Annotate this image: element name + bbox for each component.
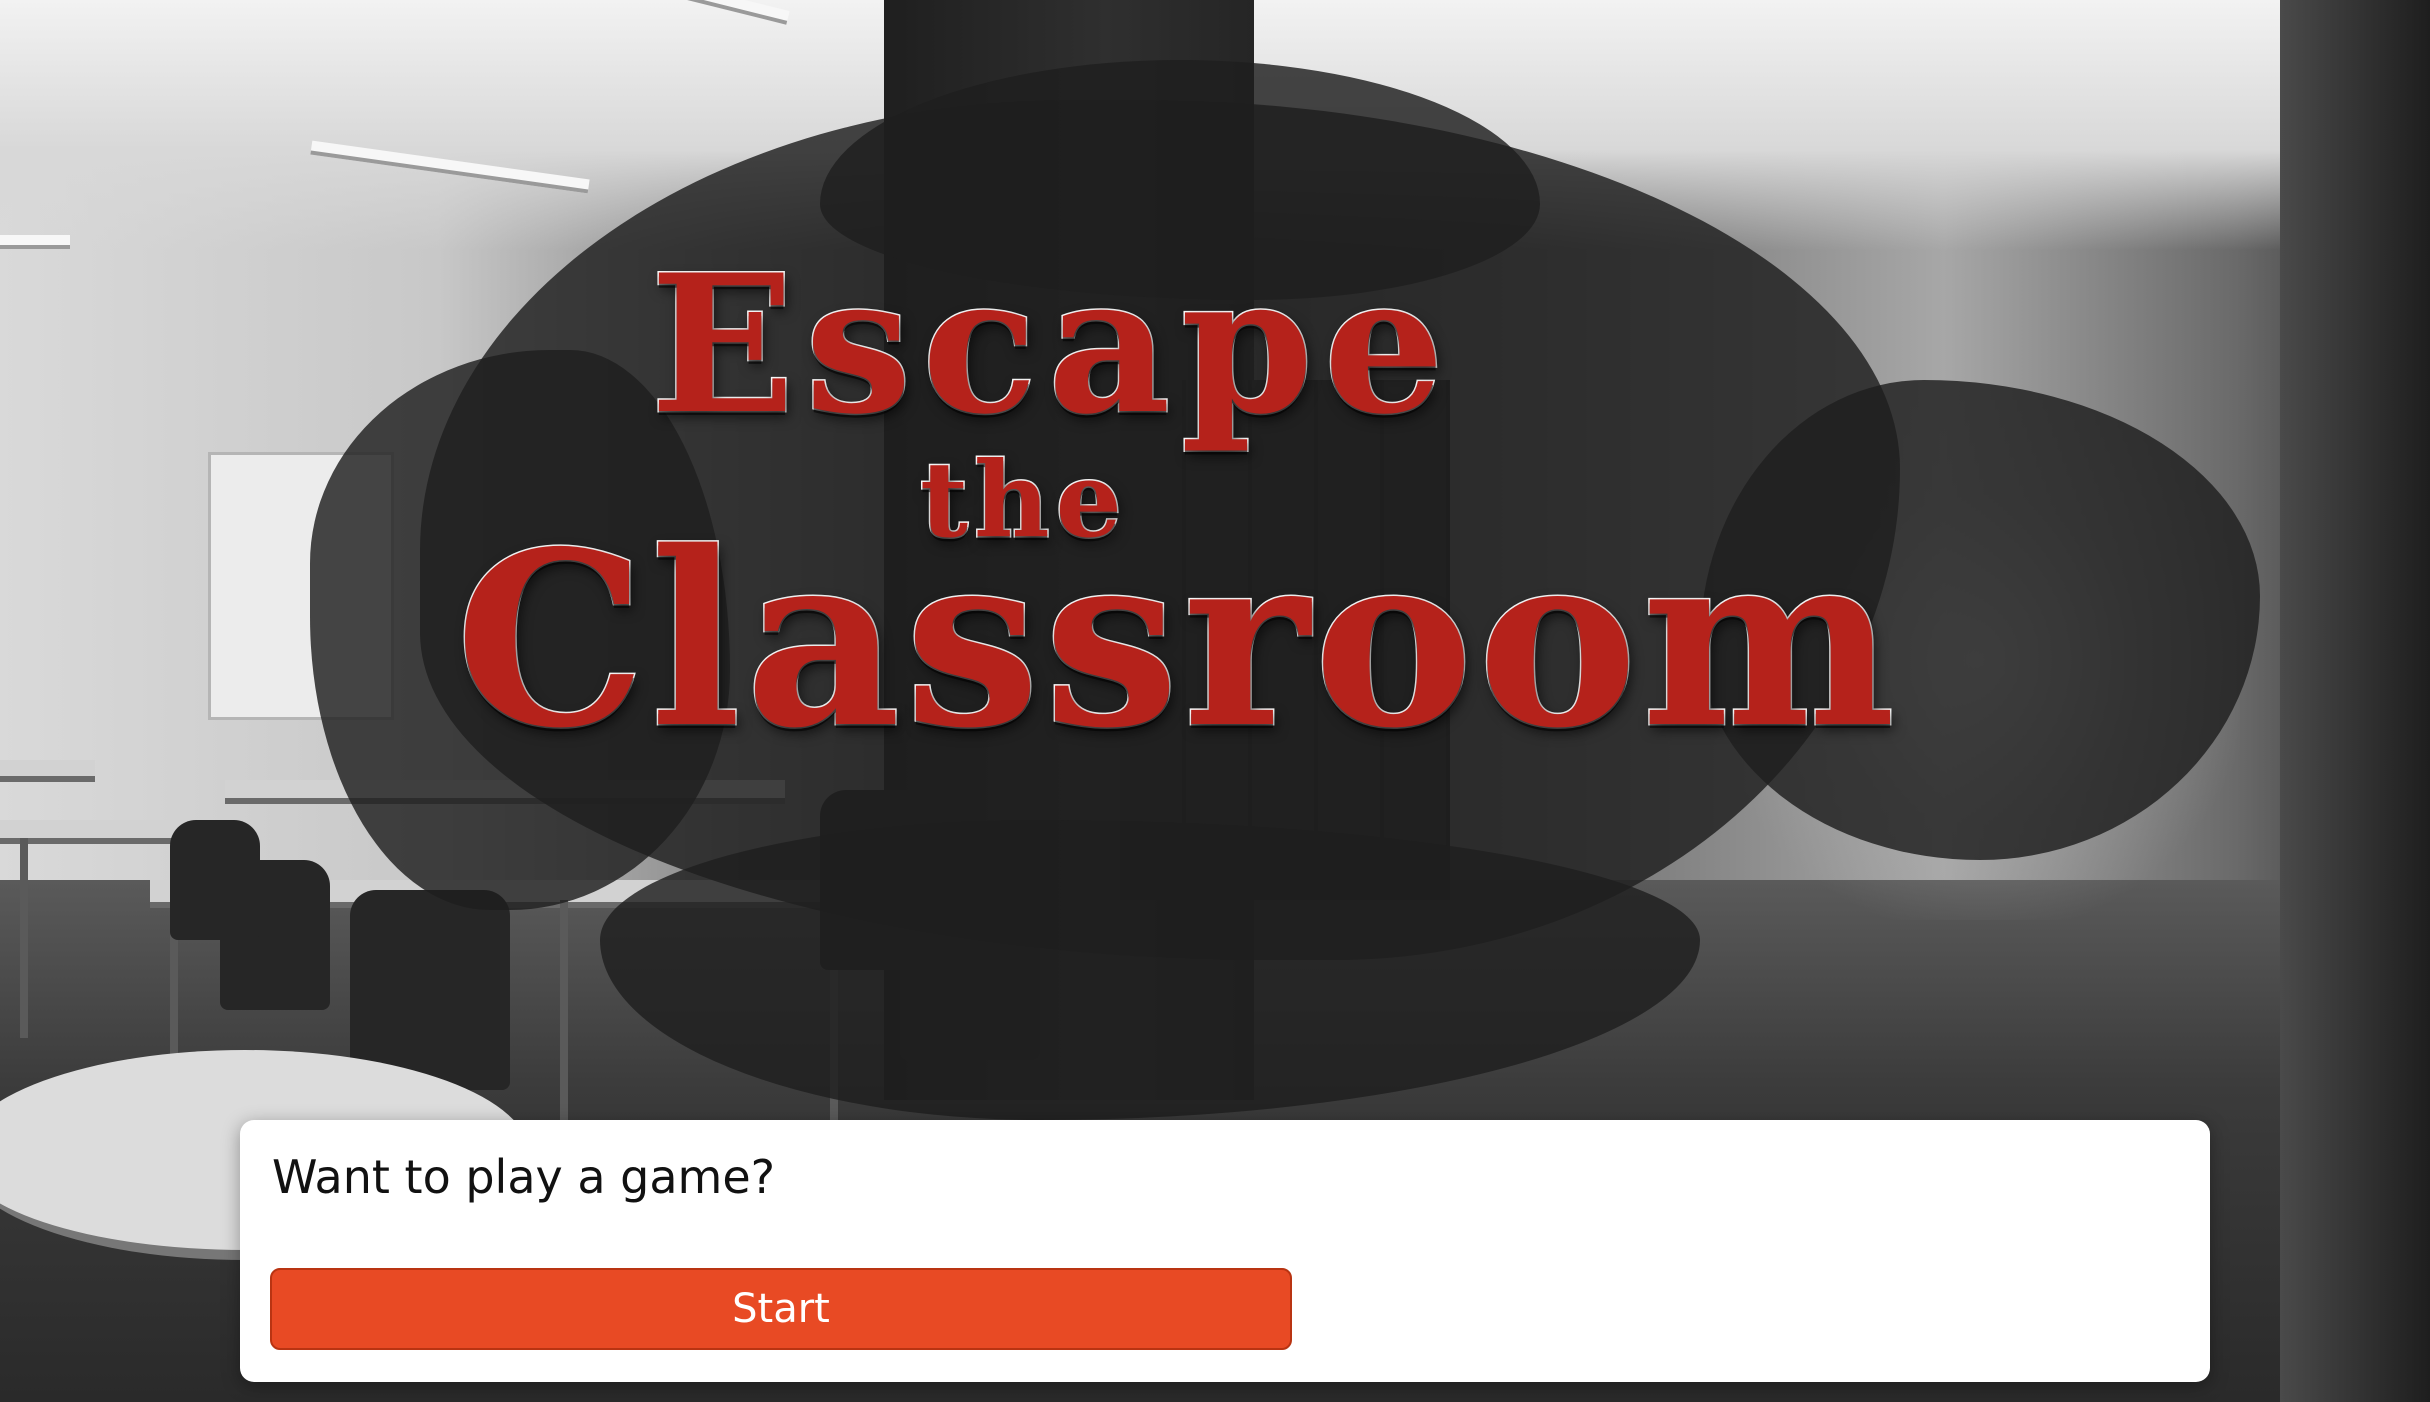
game-stage: Escape the Classroom Want to play a game… <box>0 0 2430 1402</box>
desk-leg <box>560 900 568 1120</box>
ceiling-light <box>0 235 70 249</box>
title-escape: Escape <box>648 233 1455 456</box>
dialog-prompt: Want to play a game? <box>272 1150 776 1204</box>
start-button[interactable]: Start <box>270 1268 1292 1350</box>
title-classroom: Classroom <box>453 499 1900 781</box>
chair <box>170 820 260 940</box>
chair <box>350 890 510 1090</box>
corridor-wall <box>2280 0 2430 1402</box>
dialog-panel: Want to play a game? Start <box>240 1120 2210 1382</box>
desk <box>0 760 95 782</box>
desk-leg <box>20 838 28 1038</box>
